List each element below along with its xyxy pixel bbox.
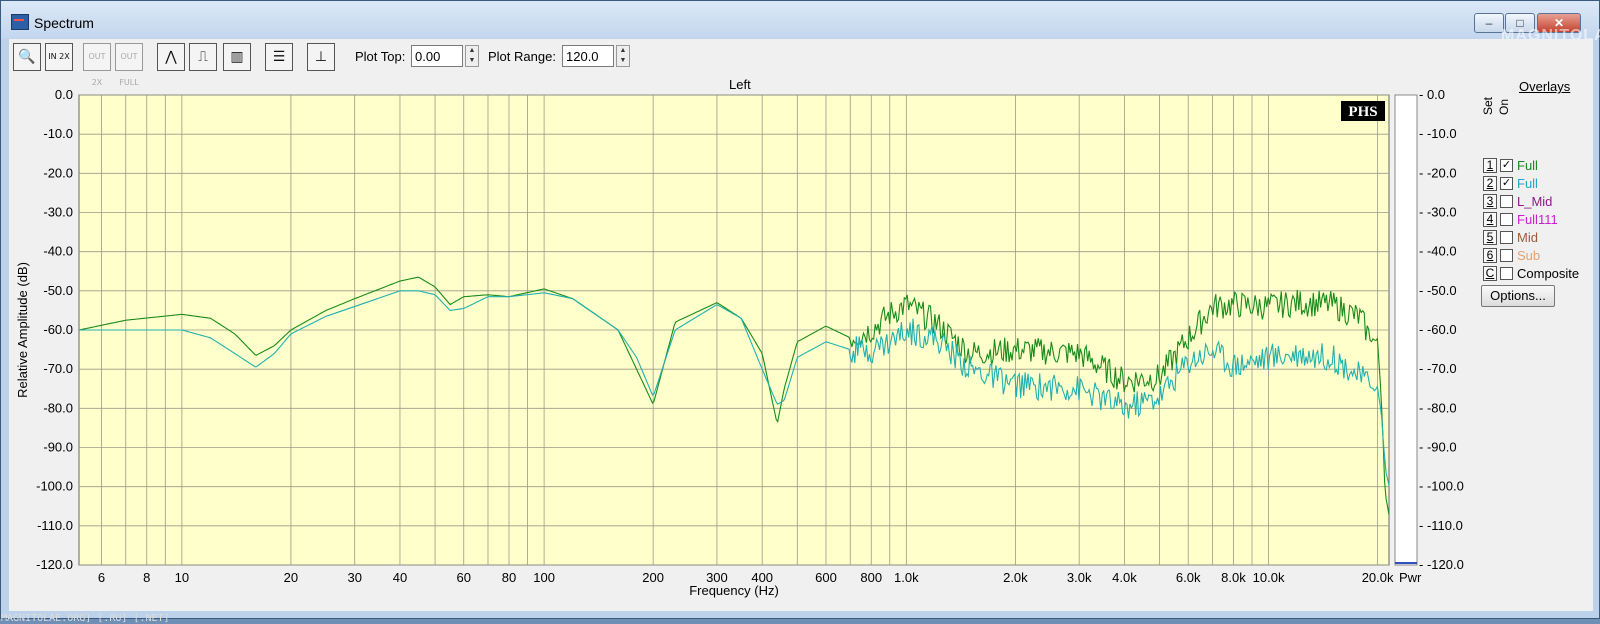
- overlay-checkbox[interactable]: [1500, 213, 1513, 226]
- y-tick-label-right: - -40.0: [1419, 244, 1457, 259]
- y-tick-label-right: - -120.0: [1419, 557, 1464, 572]
- y-tick-label-left: -20.0: [43, 165, 73, 180]
- overlay-label: Composite: [1517, 266, 1580, 281]
- y-tick-label-left: -40.0: [43, 244, 73, 259]
- overlay-set-button[interactable]: 3: [1483, 194, 1497, 209]
- overlay-row: 1 ✓ Full: [1483, 157, 1593, 175]
- overlay-label: Full: [1517, 176, 1538, 191]
- y-tick-label-left: -120.0: [36, 557, 73, 572]
- y-tick-label-right: - -90.0: [1419, 440, 1457, 455]
- x-tick-label: 40: [393, 570, 407, 585]
- overlays-title: Overlays: [1519, 79, 1571, 94]
- spectrum-window: Spectrum – □ ✕ MAGNITOLA 🔍 IN 2X OUT 2X OUT…: [0, 0, 1600, 624]
- x-tick-label: 6.0k: [1176, 570, 1201, 585]
- x-axis-label: Frequency (Hz): [689, 583, 779, 598]
- overlay-row: 4 Full111: [1483, 211, 1593, 229]
- client-area: 🔍IN 2XOUT 2XOUT FULL⋀⎍▥☰⊥ Plot Top: ▲▼ P…: [9, 39, 1593, 611]
- overlay-label: Sub: [1517, 248, 1541, 263]
- set-column-label: Set: [1481, 96, 1495, 115]
- y-tick-label-right: - -80.0: [1419, 400, 1457, 415]
- y-tick-label-left: -10.0: [43, 126, 73, 141]
- x-tick-label: 1.0k: [894, 570, 919, 585]
- y-tick-label-left: -60.0: [43, 322, 73, 337]
- overlay-checkbox[interactable]: ✓: [1500, 177, 1513, 190]
- y-tick-label-left: 0.0: [55, 87, 73, 102]
- overlay-set-button[interactable]: 5: [1483, 230, 1497, 245]
- x-tick-label: 2.0k: [1003, 570, 1028, 585]
- overlay-row: 3 L_Mid: [1483, 193, 1593, 211]
- y-tick-label-right: - -30.0: [1419, 205, 1457, 220]
- overlay-label: Mid: [1517, 230, 1538, 245]
- y-tick-label-right: - -10.0: [1419, 126, 1457, 141]
- power-label: Pwr: [1399, 570, 1422, 585]
- x-tick-label: 10.0k: [1253, 570, 1285, 585]
- y-tick-label-right: - -110.0: [1419, 518, 1463, 533]
- y-tick-label-left: -80.0: [43, 400, 73, 415]
- x-tick-label: 10: [175, 570, 189, 585]
- overlay-label: Full111: [1517, 212, 1558, 227]
- overlay-label: Full: [1517, 158, 1538, 173]
- overlay-row: 5 Mid: [1483, 229, 1593, 247]
- x-tick-label: 20.0k: [1362, 570, 1394, 585]
- y-axis-label: Relative Amplitude (dB): [15, 262, 30, 398]
- on-column-label: On: [1497, 98, 1511, 115]
- overlay-checkbox[interactable]: [1500, 231, 1513, 244]
- power-meter: [1394, 94, 1418, 566]
- overlay-row: 2 ✓ Full: [1483, 175, 1593, 193]
- x-tick-label: 8: [143, 570, 150, 585]
- phs-logo-text: PHS: [1348, 104, 1377, 120]
- overlay-set-button[interactable]: C: [1483, 266, 1497, 281]
- overlay-checkbox[interactable]: [1500, 249, 1513, 262]
- y-tick-label-right: - -70.0: [1419, 361, 1457, 376]
- y-tick-label-left: -90.0: [43, 440, 73, 455]
- y-tick-label-right: - -20.0: [1419, 165, 1457, 180]
- overlay-row: C Composite: [1483, 265, 1593, 283]
- overlay-checkbox[interactable]: [1500, 195, 1513, 208]
- y-tick-label-right: - -100.0: [1419, 479, 1464, 494]
- x-tick-label: 4.0k: [1112, 570, 1137, 585]
- y-tick-label-left: -70.0: [43, 361, 73, 376]
- x-tick-label: 3.0k: [1067, 570, 1092, 585]
- window-title: Spectrum: [34, 15, 94, 31]
- overlay-checkbox[interactable]: ✓: [1500, 159, 1513, 172]
- options-button[interactable]: Options...: [1481, 285, 1555, 307]
- overlay-checkbox[interactable]: [1500, 267, 1513, 280]
- overlay-row: 6 Sub: [1483, 247, 1593, 265]
- overlay-label: L_Mid: [1517, 194, 1553, 209]
- overlay-set-button[interactable]: 4: [1483, 212, 1497, 227]
- x-tick-label: 6: [98, 570, 105, 585]
- y-tick-label-right: - -60.0: [1419, 322, 1457, 337]
- x-tick-label: 800: [860, 570, 882, 585]
- x-tick-label: 100: [533, 570, 555, 585]
- x-tick-label: 20: [284, 570, 298, 585]
- x-tick-label: 8.0k: [1221, 570, 1246, 585]
- y-tick-label-right: - -50.0: [1419, 283, 1457, 298]
- y-tick-label-left: -100.0: [36, 479, 73, 494]
- x-tick-label: 60: [457, 570, 471, 585]
- y-tick-label-left: -110.0: [37, 518, 73, 533]
- y-tick-label-left: -50.0: [43, 283, 73, 298]
- overlay-set-button[interactable]: 1: [1483, 158, 1497, 173]
- app-icon: [11, 14, 29, 30]
- x-tick-label: 30: [347, 570, 361, 585]
- y-tick-label-left: -30.0: [43, 205, 73, 220]
- minimize-button[interactable]: –: [1474, 13, 1504, 33]
- title-bar[interactable]: Spectrum – □ ✕ MAGNITOLA: [1, 1, 1600, 44]
- x-tick-label: 200: [642, 570, 664, 585]
- spectrum-plot[interactable]: 0.0 -10.0 -20.0 -30.0 -40.0 -50.0 -60.0 -70.0 -8…: [9, 39, 1479, 611]
- x-tick-label: 600: [815, 570, 837, 585]
- x-tick-label: 80: [502, 570, 516, 585]
- overlay-set-button[interactable]: 2: [1483, 176, 1497, 191]
- y-tick-label-right: - 0.0: [1419, 87, 1445, 102]
- overlay-set-button[interactable]: 6: [1483, 248, 1497, 263]
